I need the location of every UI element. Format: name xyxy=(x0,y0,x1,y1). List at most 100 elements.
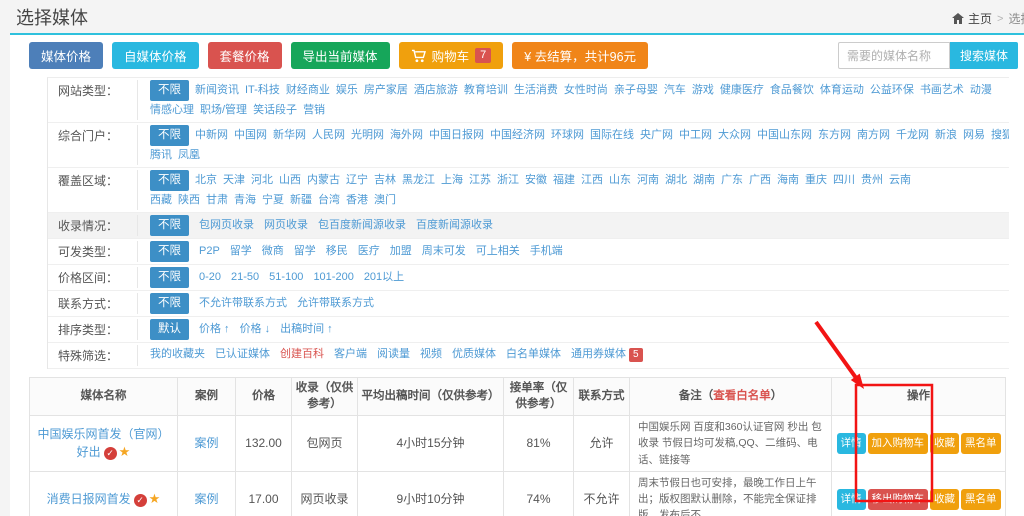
filter-option[interactable]: 价格 ↓ xyxy=(240,320,271,339)
detail-button[interactable]: 详情 xyxy=(837,433,866,454)
filter-option[interactable]: 广东 xyxy=(721,171,743,190)
filter-option[interactable]: 教育培训 xyxy=(464,81,508,100)
search-button[interactable]: 搜索媒体 xyxy=(950,42,1018,69)
filter-option[interactable]: 山东 xyxy=(609,171,631,190)
filter-option[interactable]: 重庆 xyxy=(805,171,827,190)
self-media-price-button[interactable]: 自媒体价格 xyxy=(112,42,199,69)
filter-option[interactable]: 国际在线 xyxy=(590,126,634,145)
breadcrumb-home[interactable]: 主页 xyxy=(952,10,992,27)
filter-option[interactable]: 不限 xyxy=(150,293,189,314)
filter-option[interactable]: 安徽 xyxy=(525,171,547,190)
filter-option[interactable]: 可上相关 xyxy=(476,242,520,261)
filter-option[interactable]: 包网页收录 xyxy=(199,216,254,235)
filter-option[interactable]: 中工网 xyxy=(679,126,712,145)
filter-option[interactable]: 湖南 xyxy=(693,171,715,190)
favorite-button[interactable]: 收藏 xyxy=(930,433,959,454)
filter-option[interactable]: 宁夏 xyxy=(262,191,284,210)
filter-option[interactable]: 不限 xyxy=(150,80,189,101)
filter-option[interactable]: 默认 xyxy=(150,319,189,340)
export-current-media-button[interactable]: 导出当前媒体 xyxy=(291,42,390,69)
filter-option[interactable]: 四川 xyxy=(833,171,855,190)
remove-from-cart-button[interactable]: 移出购物车 xyxy=(868,489,929,510)
filter-option[interactable]: 创建百科 xyxy=(280,345,324,364)
filter-option[interactable]: 新华网 xyxy=(273,126,306,145)
filter-option[interactable]: 101-200 xyxy=(313,268,353,287)
blacklist-button[interactable]: 黑名单 xyxy=(961,489,1001,510)
filter-option[interactable]: 光明网 xyxy=(351,126,384,145)
filter-option[interactable]: 我的收藏夹 xyxy=(150,345,205,364)
filter-option[interactable]: 允许带联系方式 xyxy=(297,294,374,313)
detail-button[interactable]: 详情 xyxy=(837,489,866,510)
filter-option[interactable]: 广西 xyxy=(749,171,771,190)
filter-option[interactable]: 网易 xyxy=(963,126,985,145)
view-whitelist-link[interactable]: 查看白名单 xyxy=(713,390,771,402)
favorite-button[interactable]: 收藏 xyxy=(930,489,959,510)
filter-option[interactable]: 黑龙江 xyxy=(402,171,435,190)
filter-option[interactable]: 台湾 xyxy=(318,191,340,210)
add-to-cart-button[interactable]: 加入购物车 xyxy=(868,433,929,454)
filter-option[interactable]: 出稿时间 ↑ xyxy=(280,320,333,339)
filter-option[interactable]: 0-20 xyxy=(199,268,221,287)
filter-option[interactable]: 情感心理 xyxy=(150,101,194,120)
filter-option[interactable]: P2P xyxy=(199,242,220,261)
filter-option[interactable]: 不限 xyxy=(150,125,189,146)
case-link[interactable]: 案例 xyxy=(194,492,218,506)
filter-option[interactable]: 公益环保 xyxy=(870,81,914,100)
filter-option[interactable]: 福建 xyxy=(553,171,575,190)
cart-button[interactable]: 购物车7 xyxy=(399,42,504,69)
filter-option[interactable]: 不限 xyxy=(150,241,189,262)
filter-option[interactable]: 大众网 xyxy=(718,126,751,145)
filter-option[interactable]: 中国日报网 xyxy=(429,126,484,145)
filter-option[interactable]: 娱乐 xyxy=(336,81,358,100)
filter-option[interactable]: 云南 xyxy=(889,171,911,190)
filter-option[interactable]: 湖北 xyxy=(665,171,687,190)
filter-option[interactable]: 青海 xyxy=(234,191,256,210)
filter-option[interactable]: 辽宁 xyxy=(346,171,368,190)
filter-option[interactable]: 亲子母婴 xyxy=(614,81,658,100)
filter-option[interactable]: 环球网 xyxy=(551,126,584,145)
filter-option[interactable]: 北京 xyxy=(195,171,217,190)
filter-option[interactable]: 移民 xyxy=(326,242,348,261)
checkout-button[interactable]: ¥ 去结算，共计96元 xyxy=(512,42,648,69)
filter-option[interactable]: 周末可发 xyxy=(422,242,466,261)
filter-option[interactable]: 汽车 xyxy=(664,81,686,100)
filter-option[interactable]: 手机端 xyxy=(530,242,563,261)
filter-option[interactable]: 书画艺术 xyxy=(920,81,964,100)
filter-option[interactable]: 健康医疗 xyxy=(720,81,764,100)
filter-option[interactable]: 白名单媒体 xyxy=(506,345,561,364)
media-price-button[interactable]: 媒体价格 xyxy=(29,42,103,69)
filter-option[interactable]: 笑话段子 xyxy=(253,101,297,120)
filter-option[interactable]: 优质媒体 xyxy=(452,345,496,364)
filter-option[interactable]: 不允许带联系方式 xyxy=(199,294,287,313)
filter-option[interactable]: 凤凰 xyxy=(178,146,200,165)
filter-option[interactable]: 体育运动 xyxy=(820,81,864,100)
package-price-button[interactable]: 套餐价格 xyxy=(208,42,282,69)
filter-option[interactable]: 贵州 xyxy=(861,171,883,190)
filter-option[interactable]: 房产家居 xyxy=(364,81,408,100)
filter-option[interactable]: 留学 xyxy=(294,242,316,261)
case-link[interactable]: 案例 xyxy=(194,436,218,450)
filter-option[interactable]: 西藏 xyxy=(150,191,172,210)
filter-option[interactable]: 南方网 xyxy=(857,126,890,145)
filter-option[interactable]: 腾讯 xyxy=(150,146,172,165)
filter-option[interactable]: 留学 xyxy=(230,242,252,261)
filter-option[interactable]: 百度新闻源收录 xyxy=(416,216,493,235)
filter-option[interactable]: 微商 xyxy=(262,242,284,261)
filter-option[interactable]: 内蒙古 xyxy=(307,171,340,190)
filter-option[interactable]: 新疆 xyxy=(290,191,312,210)
filter-option[interactable]: 营销 xyxy=(303,101,325,120)
filter-option[interactable]: 21-50 xyxy=(231,268,259,287)
filter-option[interactable]: 不限 xyxy=(150,215,189,236)
filter-option[interactable]: 搜狐 xyxy=(991,126,1009,145)
filter-option[interactable]: 201以上 xyxy=(364,268,404,287)
filter-option[interactable]: 甘肃 xyxy=(206,191,228,210)
filter-option[interactable]: 不限 xyxy=(150,170,189,191)
filter-option[interactable]: 食品餐饮 xyxy=(770,81,814,100)
filter-option[interactable]: 阅读量 xyxy=(377,345,410,364)
filter-option[interactable]: 中新网 xyxy=(195,126,228,145)
filter-option[interactable]: 动漫 xyxy=(970,81,992,100)
filter-option[interactable]: 包百度新闻源收录 xyxy=(318,216,406,235)
filter-option[interactable]: 新闻资讯 xyxy=(195,81,239,100)
filter-option[interactable]: 新浪 xyxy=(935,126,957,145)
blacklist-button[interactable]: 黑名单 xyxy=(961,433,1001,454)
